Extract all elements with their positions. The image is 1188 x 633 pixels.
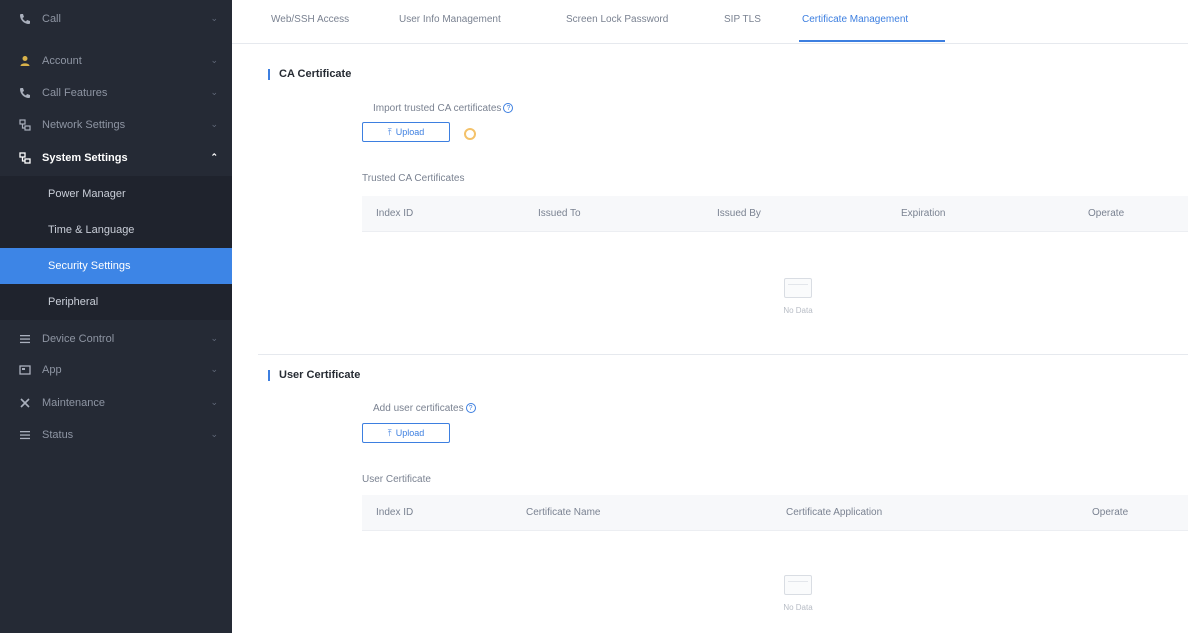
- column-header-expiration: Expiration: [901, 208, 946, 219]
- sidebar-subitem-label: Peripheral: [48, 296, 99, 308]
- tab-screen-lock-password[interactable]: Screen Lock Password: [566, 14, 668, 44]
- add-user-cert-label-text: Add user certificates: [373, 403, 464, 414]
- sidebar-subitem-peripheral[interactable]: Peripheral: [0, 284, 232, 320]
- sidebar-item-label: Call Features: [42, 87, 108, 99]
- sidebar-item-call-features[interactable]: Call Features ⌄: [0, 76, 232, 110]
- sidebar-subitem-security-settings[interactable]: Security Settings: [0, 248, 232, 284]
- sidebar-subitem-label: Power Manager: [48, 188, 126, 200]
- phone-icon: [18, 12, 32, 26]
- section-divider: [258, 354, 1188, 355]
- list-icon: [18, 428, 32, 442]
- app-root: Call ⌄ Account ⌄ Call Features ⌄ Network…: [0, 0, 1188, 633]
- sidebar-item-label: Device Control: [42, 333, 115, 345]
- sidebar-item-label: Maintenance: [42, 397, 105, 409]
- ca-empty-text: No Data: [783, 306, 813, 315]
- ca-upload-button[interactable]: ⤒ Upload: [362, 122, 450, 142]
- sidebar-item-label: Call: [42, 13, 61, 25]
- sidebar-subitem-power-manager[interactable]: Power Manager: [0, 176, 232, 212]
- import-ca-label-text: Import trusted CA certificates: [373, 103, 502, 114]
- user-certificate-table-title: User Certificate: [362, 474, 431, 485]
- user-certificate-title-text: User Certificate: [279, 369, 361, 381]
- column-header-operate: Operate: [1088, 208, 1125, 219]
- sidebar-item-label: System Settings: [42, 152, 128, 164]
- app-icon: [18, 363, 32, 377]
- column-header-certificate-application: Certificate Application: [786, 507, 883, 518]
- sidebar-item-call[interactable]: Call ⌄: [0, 2, 232, 36]
- sidebar-item-account[interactable]: Account ⌄: [0, 44, 232, 78]
- sidebar-item-system-settings[interactable]: System Settings ⌃: [0, 141, 232, 175]
- empty-box-icon: [784, 278, 812, 298]
- sidebar-item-device-control[interactable]: Device Control ⌄: [0, 322, 232, 356]
- ca-upload-label: Upload: [395, 127, 425, 137]
- sidebar-item-label: App: [42, 364, 62, 376]
- ca-empty-state: No Data: [768, 278, 828, 315]
- sidebar-item-status[interactable]: Status ⌄: [0, 418, 232, 452]
- section-bar: [268, 369, 270, 381]
- tab-web-ssh-access[interactable]: Web/SSH Access: [271, 14, 349, 44]
- upload-icon: ⤒: [387, 126, 392, 137]
- chevron-down-icon: ⌄: [210, 429, 218, 439]
- sidebar-subitem-label: Time & Language: [48, 224, 135, 236]
- sidebar-item-label: Account: [42, 55, 82, 67]
- add-user-cert-label: Add user certificates?: [373, 403, 476, 414]
- ca-certificate-title-text: CA Certificate: [279, 68, 352, 80]
- tab-bar: Web/SSH Access User Info Management Scre…: [232, 0, 1188, 44]
- section-bar: [268, 68, 270, 80]
- sidebar-item-maintenance[interactable]: Maintenance ⌄: [0, 386, 232, 420]
- sidebar-item-label: Status: [42, 429, 74, 441]
- sidebar: Call ⌄ Account ⌄ Call Features ⌄ Network…: [0, 0, 232, 633]
- sidebar-subitem-label: Security Settings: [48, 260, 131, 272]
- chevron-up-icon: ⌃: [210, 152, 218, 162]
- empty-box-icon: [784, 575, 812, 595]
- ca-table-header: Index ID Issued To Issued By Expiration …: [362, 196, 1188, 232]
- help-icon[interactable]: ?: [503, 103, 514, 114]
- column-header-index-id: Index ID: [376, 208, 414, 219]
- trusted-ca-table-title: Trusted CA Certificates: [362, 173, 465, 184]
- list-icon: [18, 332, 32, 346]
- column-header-certificate-name: Certificate Name: [526, 507, 601, 518]
- chevron-down-icon: ⌄: [210, 55, 218, 65]
- chevron-down-icon: ⌄: [210, 119, 218, 129]
- ca-certificate-title: CA Certificate: [268, 68, 351, 80]
- loading-icon: [464, 128, 476, 140]
- chevron-down-icon: ⌄: [210, 333, 218, 343]
- sidebar-item-network-settings[interactable]: Network Settings ⌄: [0, 108, 232, 142]
- tools-icon: [18, 396, 32, 410]
- user-empty-state: No Data: [768, 575, 828, 612]
- user-upload-label: Upload: [395, 428, 425, 438]
- column-header-operate: Operate: [1092, 507, 1129, 518]
- column-header-index-id: Index ID: [376, 507, 414, 518]
- sidebar-item-app[interactable]: App ⌄: [0, 353, 232, 387]
- help-icon[interactable]: ?: [465, 403, 476, 414]
- tab-sip-tls[interactable]: SIP TLS: [724, 14, 761, 44]
- import-ca-label: Import trusted CA certificates?: [373, 103, 514, 114]
- column-header-issued-to: Issued To: [538, 208, 581, 219]
- call-features-icon: [18, 86, 32, 100]
- user-icon: [18, 54, 32, 68]
- user-empty-text: No Data: [783, 603, 813, 612]
- upload-icon: ⤒: [387, 427, 392, 438]
- active-tab-indicator: [799, 40, 945, 42]
- user-table-header: Index ID Certificate Name Certificate Ap…: [362, 495, 1188, 531]
- chevron-down-icon: ⌄: [210, 13, 218, 23]
- system-settings-icon: [18, 151, 32, 165]
- chevron-down-icon: ⌄: [210, 397, 218, 407]
- network-icon: [18, 118, 32, 132]
- column-header-issued-by: Issued By: [717, 208, 761, 219]
- chevron-down-icon: ⌄: [210, 87, 218, 97]
- sidebar-item-label: Network Settings: [42, 119, 126, 131]
- chevron-down-icon: ⌄: [210, 364, 218, 374]
- sidebar-subitem-time-language[interactable]: Time & Language: [0, 212, 232, 248]
- user-certificate-title: User Certificate: [268, 369, 360, 381]
- user-upload-button[interactable]: ⤒ Upload: [362, 423, 450, 443]
- tab-user-info-management[interactable]: User Info Management: [399, 14, 501, 44]
